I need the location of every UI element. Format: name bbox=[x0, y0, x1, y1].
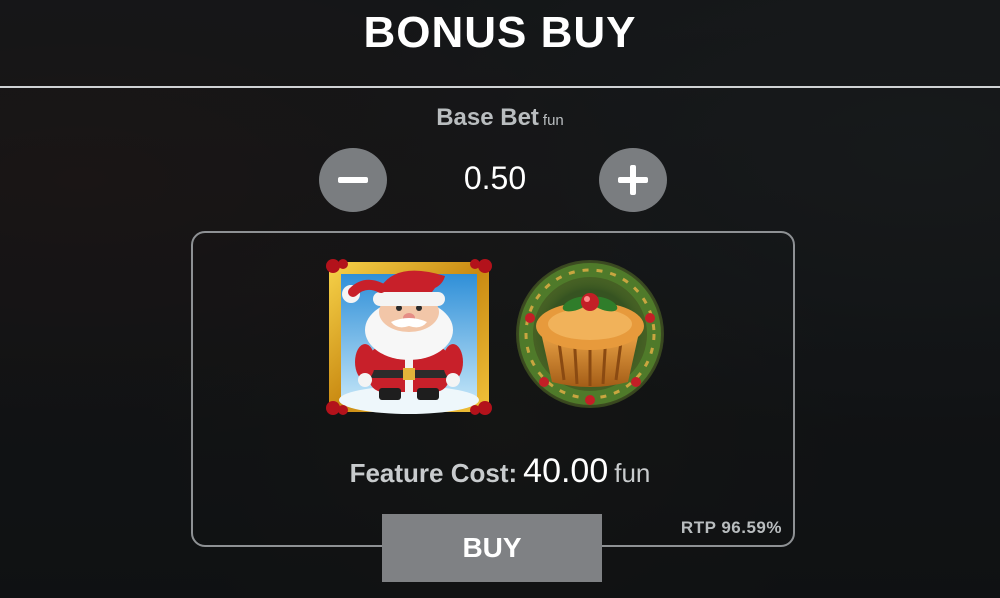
rtp-label: RTP 96.59% bbox=[680, 518, 782, 537]
bet-value: 0.50 bbox=[463, 160, 527, 196]
base-bet-text: Base Bet bbox=[436, 104, 539, 131]
base-bet-label: Base Bet fun bbox=[0, 104, 1000, 132]
feature-cost-value: 40.00 bbox=[523, 452, 609, 490]
feature-cost: Feature Cost: 40.00 fun bbox=[0, 452, 1000, 491]
feature-panel bbox=[191, 231, 795, 547]
feature-cost-label: Feature Cost: bbox=[349, 458, 518, 488]
pie-symbol-icon bbox=[516, 260, 664, 408]
increase-bet-button[interactable] bbox=[599, 148, 667, 212]
base-bet-currency: fun bbox=[542, 112, 564, 129]
buy-button[interactable]: BUY bbox=[382, 514, 602, 582]
decrease-bet-button[interactable] bbox=[319, 148, 387, 212]
title-divider bbox=[0, 86, 1000, 88]
modal-title: BONUS BUY bbox=[363, 8, 637, 57]
feature-cost-currency: fun bbox=[614, 458, 651, 488]
santa-symbol-icon bbox=[326, 259, 492, 415]
